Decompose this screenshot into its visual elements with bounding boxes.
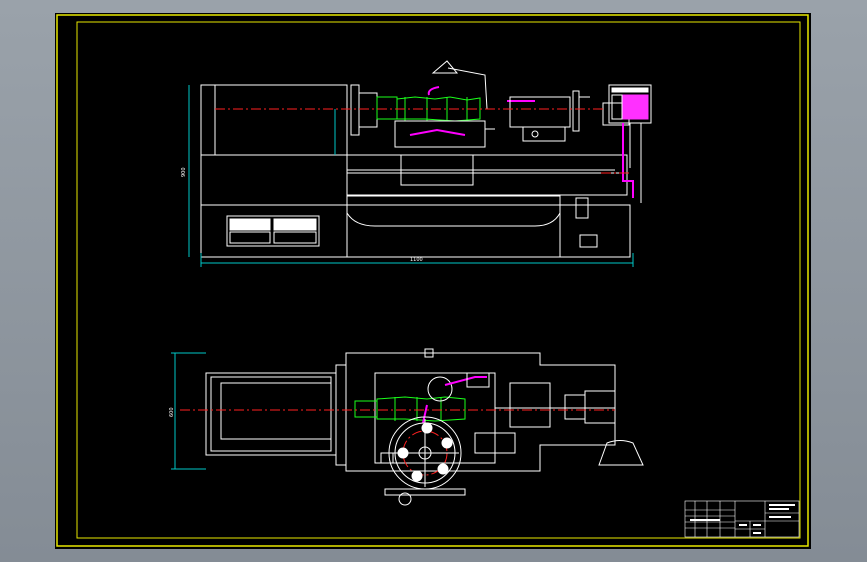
carriage-handle — [427, 86, 440, 96]
headstock-body — [200, 84, 348, 156]
top-tailstock — [509, 382, 551, 428]
carriage — [394, 120, 486, 148]
drawing-inner-border — [76, 21, 801, 539]
title-block — [684, 500, 800, 538]
work-lamp — [431, 60, 459, 74]
cad-viewport[interactable]: 1100 900 600 — [55, 13, 811, 549]
chuck-face-view — [380, 416, 466, 506]
drawing-outer-border — [56, 14, 809, 547]
base-right-pedestal — [559, 204, 631, 258]
top-headstock — [205, 372, 337, 456]
top-view: 600 — [169, 348, 644, 506]
dimension-width-label: 600 — [169, 407, 175, 417]
dimension-height-label: 900 — [181, 167, 187, 177]
lathe-bed — [346, 154, 628, 196]
front-view: 1100 900 — [181, 60, 652, 267]
base-left-cabinet — [200, 204, 348, 258]
dimension-overall-label: 1100 — [410, 257, 423, 263]
lathe-assembly-drawing: 1100 900 600 — [56, 14, 809, 547]
spindle-chuck — [376, 96, 398, 120]
chip-pan-foot — [598, 440, 644, 466]
